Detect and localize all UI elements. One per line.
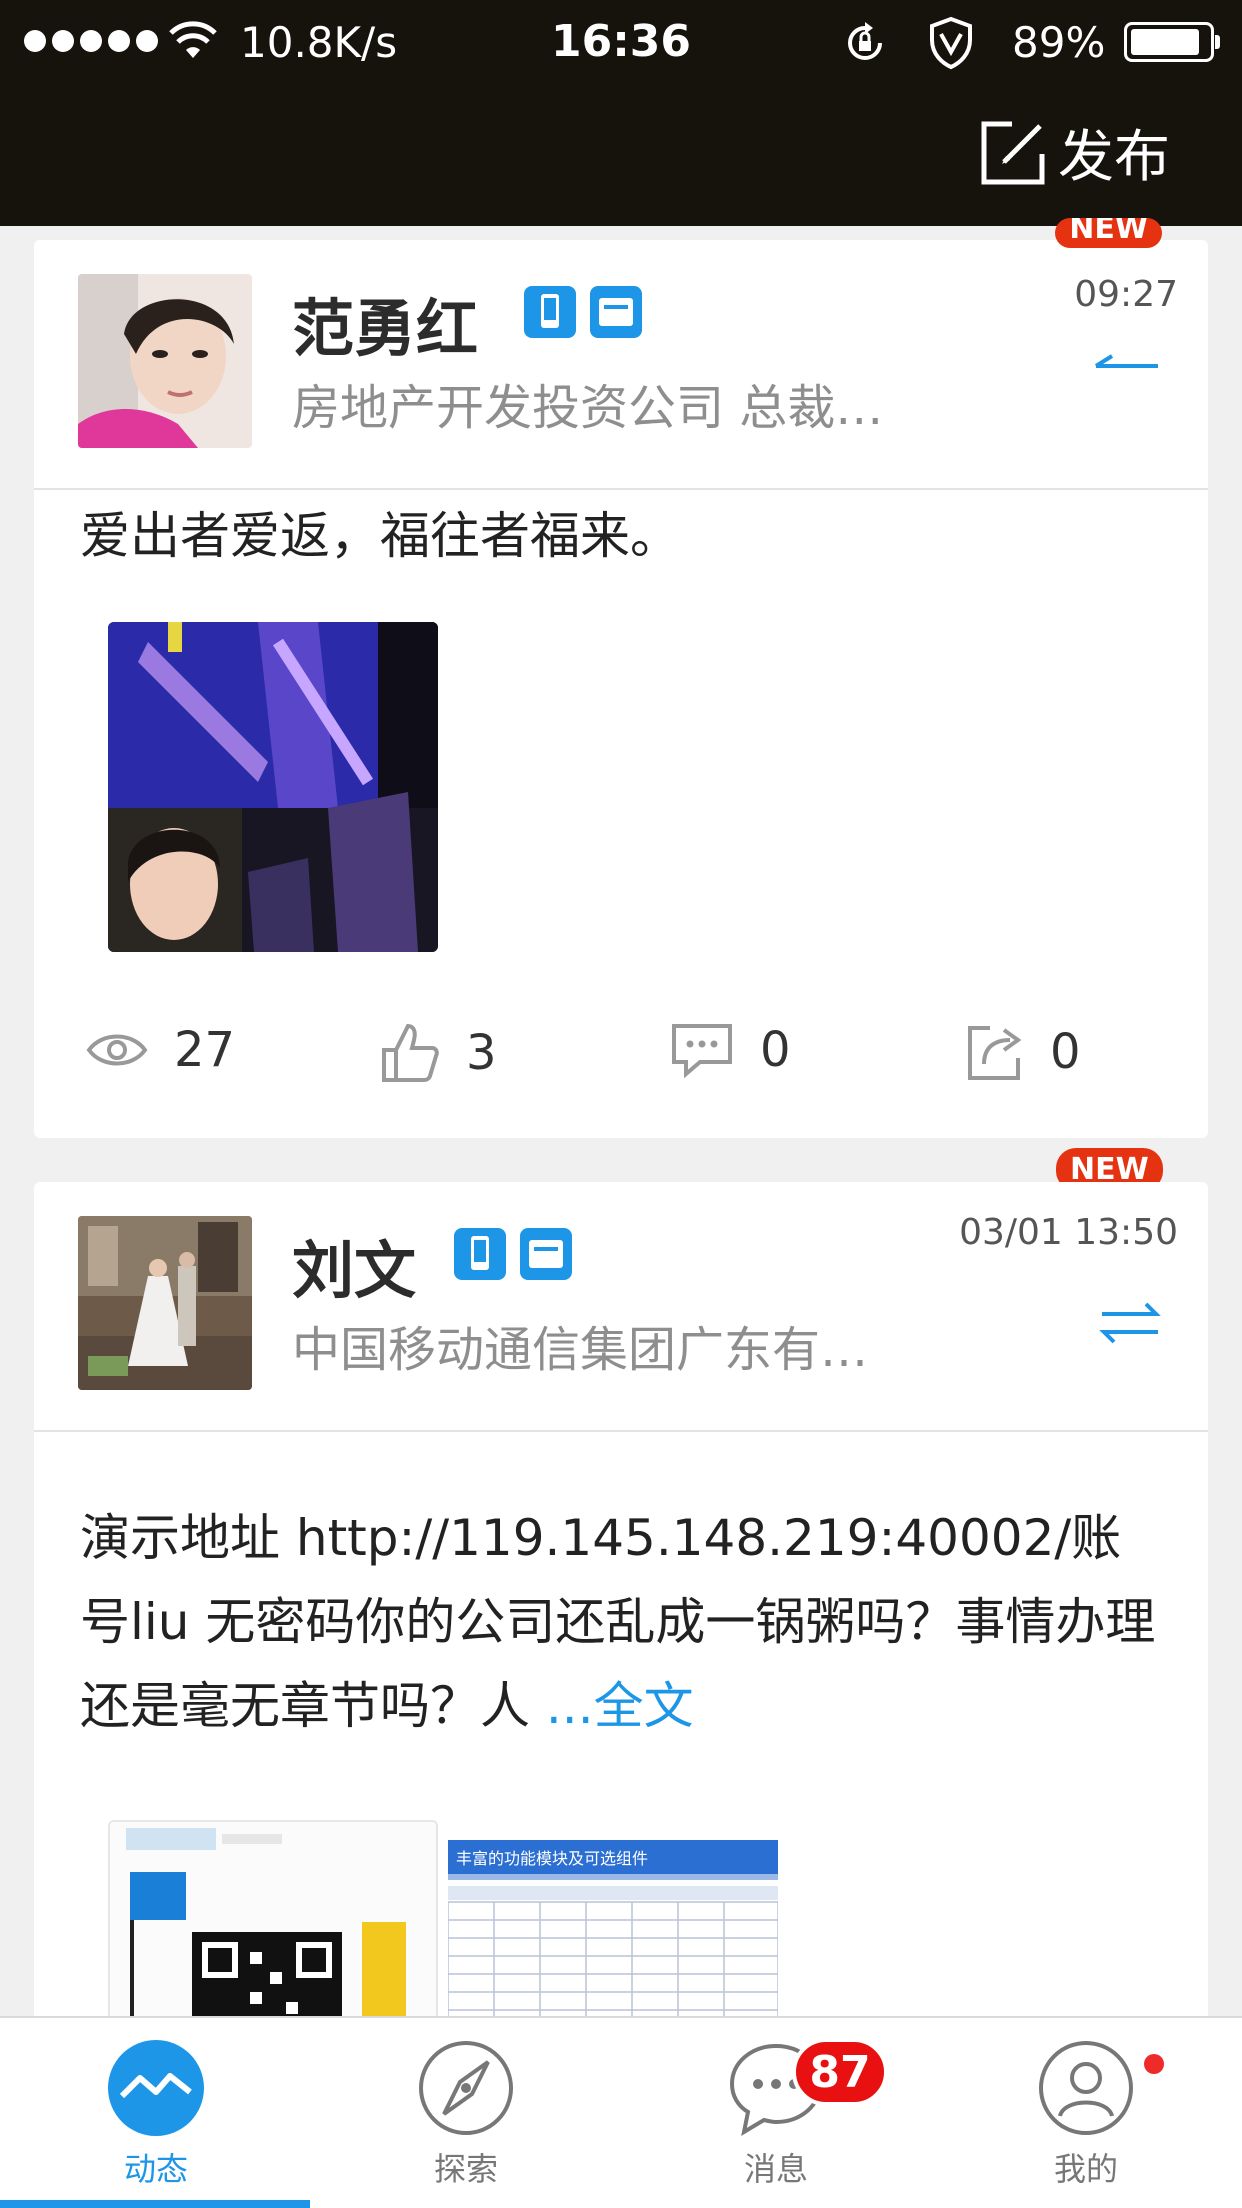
verification-badges bbox=[524, 286, 642, 338]
compass-icon bbox=[418, 2040, 514, 2136]
avatar[interactable] bbox=[78, 274, 252, 448]
notification-dot bbox=[1144, 2054, 1164, 2074]
post-text: 演示地址 http://119.145.148.219:40002/账号liu … bbox=[34, 1432, 1208, 1748]
post-actions: 27 3 0 0 bbox=[34, 1022, 1208, 1122]
rotation-lock-icon bbox=[848, 22, 882, 60]
author-company: 中国移动通信集团广东有… bbox=[292, 1322, 869, 1378]
tab-messages[interactable]: 87 消息 bbox=[676, 2038, 888, 2190]
post-header: 范勇红 房地产开发投资公司 总裁… 09:27 bbox=[34, 240, 1208, 490]
activity-icon bbox=[108, 2040, 204, 2136]
full-text-link[interactable]: ...全文 bbox=[546, 1677, 694, 1735]
tab-label: 消息 bbox=[743, 2150, 808, 2188]
eye-icon bbox=[86, 1034, 148, 1066]
author-name[interactable]: 刘文 bbox=[292, 1220, 416, 1310]
author-name[interactable]: 范勇红 bbox=[292, 278, 478, 368]
battery-icon bbox=[1124, 22, 1220, 62]
avatar[interactable] bbox=[78, 1216, 252, 1390]
repost-icon[interactable] bbox=[1092, 350, 1162, 380]
views-stat: 27 bbox=[86, 1022, 235, 1078]
like-button[interactable]: 3 bbox=[380, 1022, 497, 1084]
phone-verified-icon bbox=[524, 286, 576, 338]
tab-profile[interactable]: 我的 bbox=[986, 2040, 1186, 2190]
verification-badges bbox=[454, 1228, 572, 1280]
share-button[interactable]: 0 bbox=[966, 1022, 1081, 1082]
views-count: 27 bbox=[174, 1022, 236, 1078]
post-time: 03/01 13:50 bbox=[959, 1212, 1178, 1253]
author-company: 房地产开发投资公司 总裁… bbox=[292, 380, 884, 436]
tab-bar: 动态 探索 87 消息 我的 bbox=[0, 2016, 1242, 2208]
feed-post[interactable]: 刘文 中国移动通信集团广东有… 03/01 13:50 演示地址 http://… bbox=[34, 1182, 1208, 2082]
thumbs-up-icon bbox=[382, 1023, 439, 1082]
repost-icon[interactable] bbox=[1098, 1300, 1162, 1346]
post-image[interactable] bbox=[108, 622, 438, 952]
publish-button[interactable]: 发布 bbox=[976, 112, 1170, 193]
post-header: 刘文 中国移动通信集团广东有… 03/01 13:50 bbox=[34, 1182, 1208, 1432]
tab-label: 我的 bbox=[1053, 2150, 1118, 2188]
tab-explore[interactable]: 探索 bbox=[366, 2040, 566, 2190]
thumbnail-title: 丰富的功能模块及可选组件 bbox=[456, 1849, 648, 1868]
edit-icon bbox=[981, 121, 1045, 184]
tab-label: 探索 bbox=[433, 2150, 498, 2188]
comments-count: 0 bbox=[760, 1022, 791, 1078]
feed-post[interactable]: NEW 范勇红 房地产开发投资公司 总裁… 09:27 爱出者爱返，福往者福来。… bbox=[34, 218, 1208, 1138]
card-verified-icon bbox=[520, 1228, 572, 1280]
likes-count: 3 bbox=[466, 1025, 497, 1081]
shield-icon bbox=[930, 16, 972, 70]
tab-activity[interactable]: 动态 bbox=[56, 2040, 256, 2190]
status-bar: 10.8K/s 16:36 89% bbox=[0, 0, 1242, 86]
phone-verified-icon bbox=[454, 1228, 506, 1280]
publish-label: 发布 bbox=[1058, 125, 1170, 190]
post-time: 09:27 bbox=[1074, 274, 1178, 315]
comment-button[interactable]: 0 bbox=[670, 1022, 791, 1078]
profile-icon bbox=[1038, 2040, 1164, 2136]
top-bar: 10.8K/s 16:36 89% 发布 bbox=[0, 0, 1242, 226]
tab-label: 动态 bbox=[123, 2150, 188, 2188]
unread-count-badge: 87 bbox=[792, 2038, 888, 2106]
card-verified-icon bbox=[590, 286, 642, 338]
active-tab-indicator bbox=[0, 2200, 310, 2208]
share-icon bbox=[968, 1026, 1022, 1080]
shares-count: 0 bbox=[1050, 1024, 1081, 1080]
comment-icon bbox=[672, 1024, 732, 1078]
battery-percent: 89% bbox=[1012, 18, 1106, 67]
post-text: 爱出者爱返，福往者福来。 bbox=[80, 507, 680, 565]
message-icon: 87 bbox=[728, 2038, 888, 2137]
